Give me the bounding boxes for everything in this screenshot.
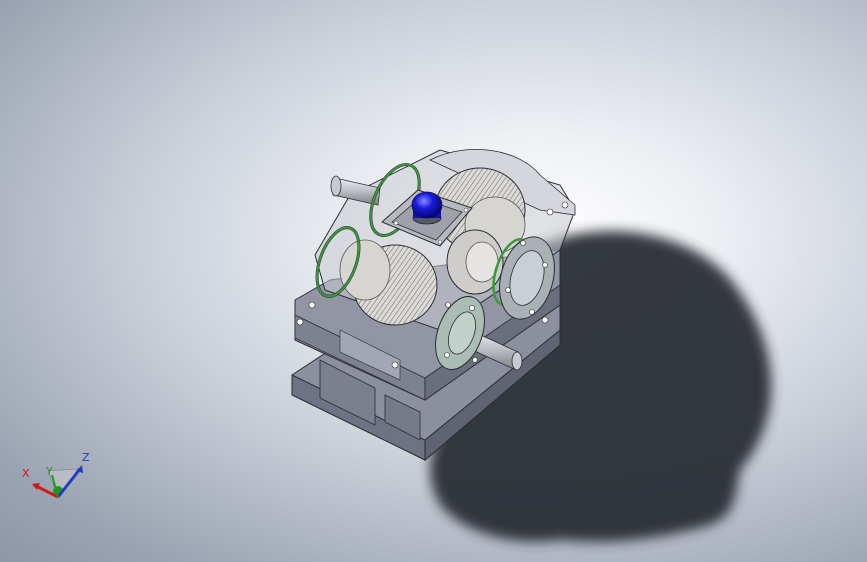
breather-cap[interactable] [411,191,443,225]
x-axis-label: X [22,467,30,480]
y-axis-label: Y [45,465,53,478]
coordinate-triad: X Y Z [22,451,90,499]
gearbox-model[interactable] [0,0,867,562]
3d-graphics-viewport[interactable]: X Y Z [0,0,867,562]
z-axis-label: Z [82,451,90,464]
